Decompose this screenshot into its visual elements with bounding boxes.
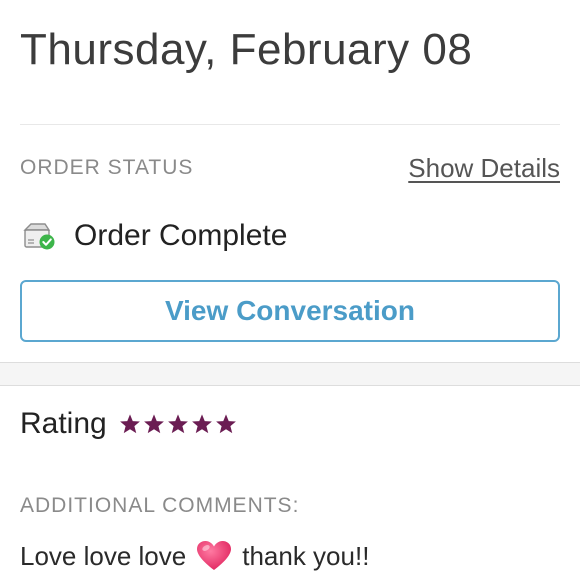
comment-text: Love love love thank you!! [20, 536, 369, 576]
star-icon [215, 414, 236, 434]
comment-text-before: Love love love [20, 540, 187, 571]
order-status-header: ORDER STATUS Show Details [20, 150, 560, 186]
rating-stars [119, 413, 237, 435]
order-status-label: ORDER STATUS [20, 156, 194, 179]
additional-comments-label: ADDITIONAL COMMENTS: [20, 494, 300, 517]
heart-icon [197, 541, 232, 570]
order-status-row: Order Complete [20, 214, 287, 258]
order-status-text: Order Complete [74, 219, 288, 252]
star-icon [143, 414, 164, 434]
view-conversation-button[interactable]: View Conversation [20, 280, 560, 342]
divider [20, 124, 560, 125]
star-icon [167, 414, 188, 434]
page-title: Thursday, February 08 [20, 25, 473, 74]
star-icon [191, 414, 212, 434]
package-check-icon [23, 223, 55, 250]
rating-label: Rating [20, 407, 107, 440]
section-separator [0, 362, 580, 386]
show-details-link[interactable]: Show Details [408, 153, 560, 184]
rating-row: Rating [20, 402, 237, 446]
comment-text-after: thank you!! [242, 540, 370, 571]
star-icon [119, 414, 140, 434]
